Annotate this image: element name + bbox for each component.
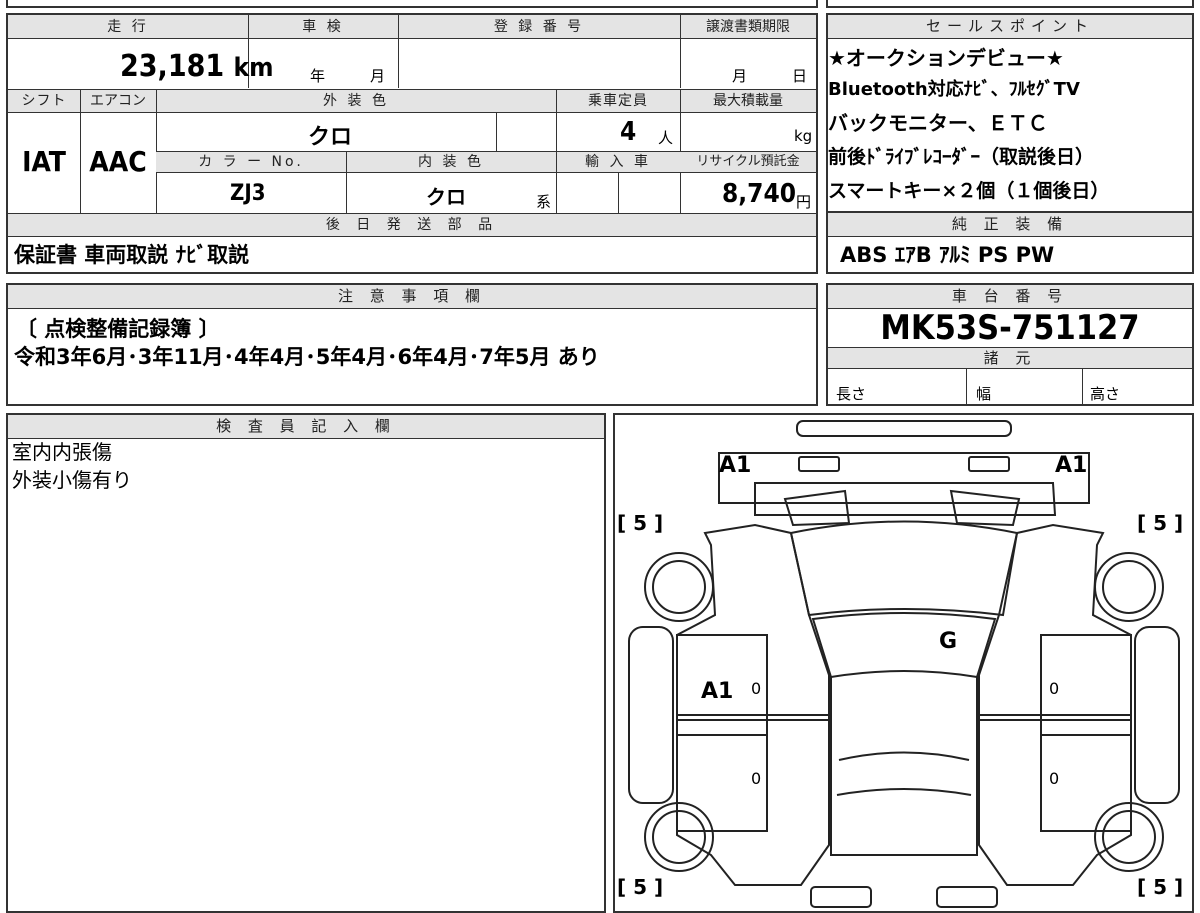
sales-point-line-3: バックモニター、ＥＴＣ: [828, 111, 1048, 135]
shaken-month-unit: 月: [370, 67, 386, 85]
sales-point-line-4: 前後ﾄﾞﾗｲﾌﾞﾚｺｰﾀﾞｰ（取説後日）: [828, 146, 1095, 168]
mileage-label: 走 行: [107, 19, 149, 35]
top-strip-right: [826, 0, 1194, 8]
tire-tread-front-right: [ 5 ]: [1137, 511, 1184, 535]
shaken-year-unit: 年: [310, 67, 326, 85]
vehicle-info-table: 走 行 車 検 登 録 番 号 譲渡書類期限 23,181 km 年 月 月 日…: [6, 13, 818, 274]
transfer-day-unit: 日: [792, 67, 808, 85]
inspector-line-2: 外装小傷有り: [12, 468, 132, 492]
door-mark-left-front: 0: [751, 679, 762, 698]
car-damage-diagram: A1 A1 A1 G [ 5 ] [ 5 ] [ 5 ] [ 5 ] 0 0 0…: [613, 413, 1194, 913]
specs-header: 諸 元: [828, 347, 1192, 369]
max-load-unit: kg: [794, 127, 813, 145]
recycle-label: リサイクル預託金: [696, 154, 800, 169]
inspector-panel: 検 査 員 記 入 欄 室内内張傷 外装小傷有り: [6, 413, 606, 913]
capacity-label: 乗車定員: [588, 93, 648, 109]
standard-equipment-header: 純 正 装 備: [828, 213, 1192, 237]
spec-width-label: 幅: [976, 385, 992, 403]
standard-equipment-value: ABS ｴｱB ｱﾙﾐ PS PW: [840, 243, 1055, 267]
capacity-unit: 人: [658, 129, 674, 147]
mileage-unit: km: [233, 53, 274, 83]
spec-height-label: 高さ: [1090, 385, 1121, 403]
sales-points-panel: セールスポイント ★オークションデビュー★ Bluetooth対応ﾅﾋﾞ、ﾌﾙｾ…: [826, 13, 1194, 213]
color-no-label: カ ラ ー No.: [198, 154, 304, 170]
notes-panel: 注 意 事 項 欄 〔 点検整備記録簿 〕 令和3年6月･3年11月･4年4月･…: [6, 283, 818, 406]
max-load-label: 最大積載量: [713, 93, 783, 109]
interior-color-label: 内 装 色: [418, 154, 484, 170]
sales-point-line-1: ★オークションデビュー★: [828, 46, 1064, 70]
capacity-value: 4: [620, 117, 637, 147]
car-outline: [628, 420, 1180, 908]
aircon-value: AAC: [89, 145, 147, 178]
damage-mark-a1-front-right: A1: [1055, 453, 1088, 478]
door-mark-right-front: 0: [1049, 679, 1060, 698]
aircon-label: エアコン: [90, 93, 146, 109]
transfer-month-unit: 月: [732, 67, 748, 85]
shift-value: IAT: [22, 145, 66, 178]
later-parts-header: 後 日 発 送 部 品: [325, 217, 499, 233]
exterior-color-label: 外 装 色: [323, 93, 389, 109]
damage-mark-a1-side: A1: [701, 679, 734, 704]
standard-equipment-panel: 純 正 装 備 ABS ｴｱB ｱﾙﾐ PS PW: [826, 211, 1194, 274]
import-label: 輸 入 車: [585, 154, 651, 170]
color-no-value: ZJ3: [230, 181, 266, 206]
later-parts-value: 保証書 車両取説 ﾅﾋﾞ取説: [14, 243, 250, 267]
reg-number-label: 登 録 番 号: [493, 19, 585, 35]
sales-points-header: セールスポイント: [828, 15, 1192, 39]
sales-point-line-2: Bluetooth対応ﾅﾋﾞ、ﾌﾙｾｸﾞTV: [828, 79, 1080, 100]
exterior-color-value: クロ: [308, 125, 353, 150]
tire-tread-rear-right: [ 5 ]: [1137, 875, 1184, 899]
damage-mark-g: G: [939, 629, 958, 654]
chassis-number: MK53S-751127: [880, 308, 1140, 348]
tire-tread-front-left: [ 5 ]: [617, 511, 664, 535]
inspector-line-1: 室内内張傷: [12, 440, 112, 464]
interior-color-suffix: 系: [536, 193, 552, 211]
chassis-panel: 車 台 番 号 MK53S-751127 諸 元 長さ 幅 高さ: [826, 283, 1194, 406]
shaken-label: 車 検: [302, 19, 344, 35]
shift-label: シフト: [21, 93, 67, 109]
notes-line-2: 令和3年6月･3年11月･4年4月･5年4月･6年4月･7年5月 あり: [14, 345, 600, 369]
transfer-deadline-label: 譲渡書類期限: [706, 19, 790, 35]
mileage-value: 23,181: [120, 49, 225, 84]
recycle-value: 8,740: [722, 179, 796, 209]
recycle-unit: 円: [796, 193, 812, 211]
door-mark-right-rear: 0: [1049, 769, 1060, 788]
tire-tread-rear-left: [ 5 ]: [617, 875, 664, 899]
inspector-header: 検 査 員 記 入 欄: [8, 415, 604, 439]
chassis-header: 車 台 番 号: [828, 285, 1192, 309]
interior-color-value: クロ: [426, 185, 466, 209]
sales-point-line-5: スマートキー×２個（１個後日）: [828, 180, 1110, 202]
top-strip: [6, 0, 818, 8]
damage-mark-a1-front-left: A1: [719, 453, 752, 478]
spec-length-label: 長さ: [836, 385, 867, 403]
door-mark-left-rear: 0: [751, 769, 762, 788]
notes-header: 注 意 事 項 欄: [8, 285, 816, 309]
